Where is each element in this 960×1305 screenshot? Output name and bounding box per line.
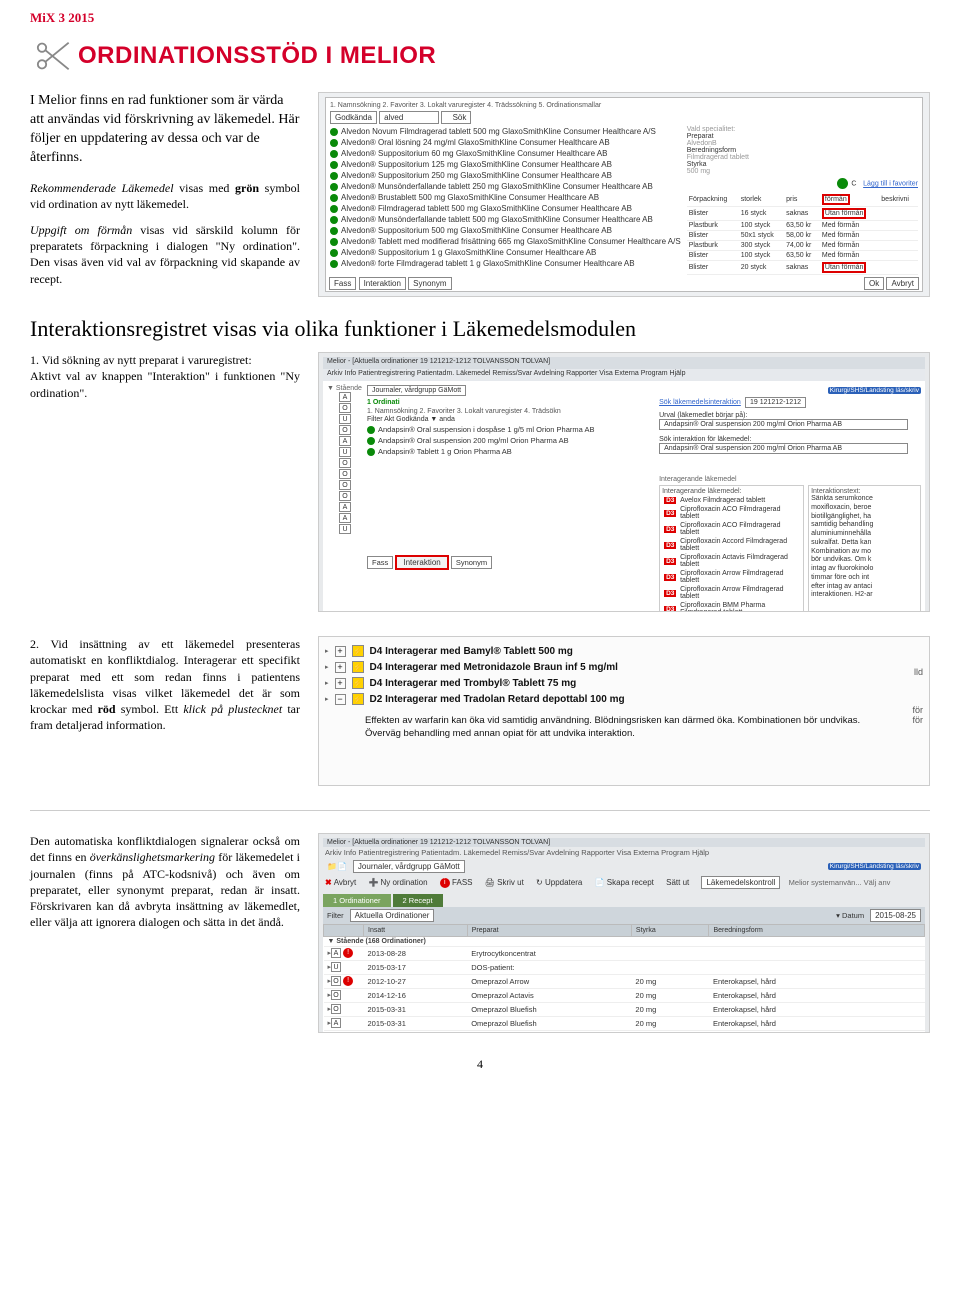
interaktion-highlighted-button[interactable]: Interaktion bbox=[395, 555, 448, 570]
section-3-text: Den automatiska konfliktdialogen signale… bbox=[30, 833, 300, 1033]
filter-select[interactable]: Aktuella Ordinationer bbox=[350, 909, 435, 922]
avbryt-button[interactable]: ✖Avbryt bbox=[325, 878, 356, 887]
red-warning-icon: ! bbox=[343, 976, 353, 986]
intro-p1: Rekommenderade Läkemedel visas med grön … bbox=[30, 180, 300, 212]
section-2-text: 2. Vid insättning av ett läkemedel prese… bbox=[30, 636, 300, 786]
lakemedelskontroll-select[interactable]: Läkemedelskontroll bbox=[701, 876, 780, 889]
warning-icon: ⚡ bbox=[352, 661, 364, 673]
fass-button[interactable]: i FASS bbox=[440, 878, 473, 888]
expand-plus-icon[interactable]: + bbox=[335, 662, 346, 673]
date-select[interactable]: 2015-08-25 bbox=[870, 909, 921, 922]
expand-plus-icon[interactable]: − bbox=[335, 694, 346, 705]
warning-icon: ⚡ bbox=[352, 693, 364, 705]
scissors-icon bbox=[30, 34, 74, 78]
satt-ut-button[interactable]: Sätt ut bbox=[666, 878, 689, 887]
screenshot-ny-ordination: 1. Namnsökning 2. Favoriter 3. Lokalt va… bbox=[318, 92, 930, 297]
page-title: ORDINATIONSSTÖD I MELIOR bbox=[78, 42, 436, 70]
lead-paragraph: I Melior finns en rad funktioner som är … bbox=[30, 92, 300, 168]
screenshot-aktuella-ordinationer: Melior - [Aktuella ordinationer 19 12121… bbox=[318, 833, 930, 1033]
issue-tag: MiX 3 2015 bbox=[30, 0, 930, 34]
section-1-text: 1. Vid sökning av nytt preparat i varure… bbox=[30, 352, 300, 612]
tab-ordinationer[interactable]: 1 Ordinationer bbox=[323, 894, 391, 907]
synonym-button[interactable]: Synonym bbox=[408, 277, 451, 290]
warning-icon: ⚡ bbox=[352, 645, 364, 657]
interaktion-button[interactable]: Interaktion bbox=[359, 277, 406, 290]
green-c-icon bbox=[837, 178, 848, 189]
fass-button[interactable]: Fass bbox=[329, 277, 356, 290]
skapa-recept-button[interactable]: 📄 Skapa recept bbox=[595, 878, 654, 887]
skriv-ut-button[interactable]: 🖨 Skriv ut bbox=[485, 878, 524, 887]
tab-recept[interactable]: 2 Recept bbox=[393, 894, 443, 907]
warning-icon: ⚡ bbox=[352, 677, 364, 689]
expand-plus-icon[interactable]: + bbox=[335, 646, 346, 657]
ny-ordination-button[interactable]: ➕Ny ordination bbox=[368, 878, 427, 887]
expand-plus-icon[interactable]: + bbox=[335, 678, 346, 689]
uppdatera-button[interactable]: ↻ Uppdatera bbox=[536, 878, 582, 887]
ok-button[interactable]: Ok bbox=[864, 277, 884, 290]
screenshot-interaktion-search: Melior - [Aktuella ordinationer 19 12121… bbox=[318, 352, 930, 612]
red-warning-icon: ! bbox=[343, 948, 353, 958]
section-heading: Interaktionsregistret visas via olika fu… bbox=[30, 315, 930, 343]
page-number: 4 bbox=[30, 1057, 930, 1072]
cancel-button[interactable]: Avbryt bbox=[886, 277, 919, 290]
intro-p2: Uppgift om förmån visas vid särskild kol… bbox=[30, 222, 300, 287]
screenshot-konfliktdialog: ▸+⚡D4 Interagerar med Bamyl® Tablett 500… bbox=[318, 636, 930, 786]
title-row: ORDINATIONSSTÖD I MELIOR bbox=[30, 34, 930, 78]
